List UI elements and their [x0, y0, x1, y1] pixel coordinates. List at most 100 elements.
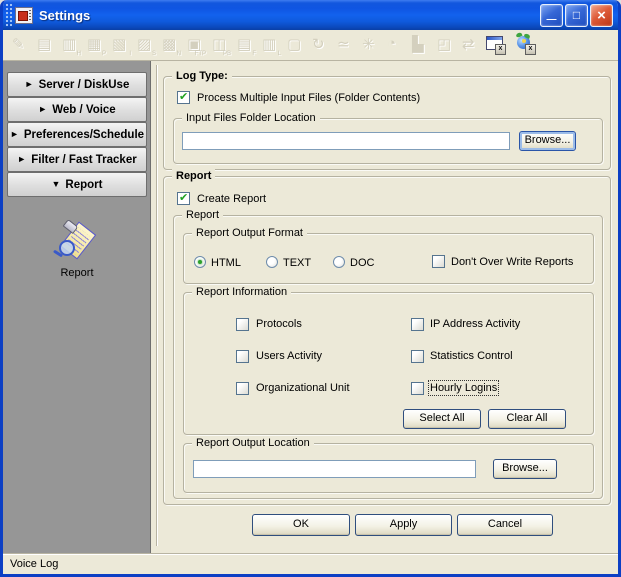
create-report-label[interactable]: Create Report — [197, 193, 266, 205]
glyph: ✎ — [12, 35, 25, 53]
pb-log-icon: ◫PB — [209, 33, 234, 57]
organizational-unit-label[interactable]: Organizational Unit — [256, 382, 350, 394]
panel-divider — [156, 65, 157, 546]
text-radio-label[interactable]: TEXT — [283, 257, 311, 269]
report-information-group: Report Information Select All Clear All … — [183, 292, 594, 435]
glyph: ◔ — [387, 35, 396, 52]
sidebar-item-web-voice[interactable]: ► Web / Voice — [7, 97, 147, 122]
process-multiple-checkbox[interactable] — [177, 91, 190, 104]
refresh-icon: ↻ — [309, 33, 334, 57]
report-inner-group: Report Report Output Format Don't Over W… — [173, 215, 603, 499]
chevron-right-icon: ► — [17, 155, 26, 164]
maximize-icon: □ — [573, 10, 580, 21]
form-icon: ▢ — [284, 33, 309, 57]
dont-overwrite-checkbox[interactable] — [432, 255, 445, 268]
nntp-log-icon: ▩N — [159, 33, 184, 57]
glyph: ◰ — [437, 35, 451, 53]
log-type-group-title: Log Type: — [172, 69, 232, 83]
create-report-checkbox[interactable] — [177, 192, 190, 205]
glyph: ▥ — [62, 35, 76, 53]
chart-icon: ▙ — [409, 33, 434, 57]
statistics-control-checkbox[interactable] — [411, 350, 424, 363]
smtp-log-icon: ▨S — [134, 33, 159, 57]
window-controls: — □ × — [540, 4, 613, 27]
users-activity-checkbox[interactable] — [236, 350, 249, 363]
hourly-logins-label[interactable]: Hourly Logins — [430, 382, 497, 394]
protocols-label[interactable]: Protocols — [256, 318, 302, 330]
glyph: ▥ — [262, 35, 276, 53]
sidebar-item-filter-fast-tracker[interactable]: ►Filter / Fast Tracker — [7, 147, 147, 172]
output-location-group-title: Report Output Location — [192, 436, 314, 450]
input-folder-field[interactable] — [182, 132, 510, 150]
schedule-icon: ◔ — [384, 33, 409, 57]
voice-log-icon: ▥L — [259, 33, 284, 57]
x-badge: x — [495, 44, 506, 55]
iis-log-icon: ▧I — [109, 33, 134, 57]
report-inner-group-title: Report — [182, 208, 223, 222]
input-folder-browse-button[interactable]: Browse... — [519, 131, 576, 151]
firewall-log-icon: ▤F — [234, 33, 259, 57]
chevron-right-icon: ► — [38, 105, 47, 114]
output-location-group: Report Output Location Browse... — [183, 443, 594, 493]
ip-address-activity-checkbox[interactable] — [411, 318, 424, 331]
process-multiple-label[interactable]: Process Multiple Input Files (Folder Con… — [197, 92, 420, 104]
transfer-icon: ⇄ — [459, 33, 484, 57]
settings-window: Settings — □ × ✎▤▥H▦P▧I▨S▩N▣FTP◫PB▤F▥L▢↻… — [0, 0, 621, 577]
close-button[interactable]: × — [590, 4, 613, 27]
doc-radio-label[interactable]: DOC — [350, 257, 374, 269]
glyph: ↻ — [312, 35, 325, 53]
glyph: ▦ — [87, 35, 101, 53]
sidebar-item-label: Preferences/Schedule — [24, 129, 144, 141]
log-type-group: Log Type: Process Multiple Input Files (… — [163, 76, 611, 170]
glyph: ✳ — [362, 35, 375, 53]
hourly-logins-checkbox[interactable] — [411, 382, 424, 395]
ip-address-activity-label[interactable]: IP Address Activity — [430, 318, 520, 330]
output-format-group-title: Report Output Format — [192, 226, 307, 240]
tag-letter: PB — [223, 51, 231, 57]
output-location-field[interactable] — [193, 460, 476, 478]
chevron-down-icon: ▼ — [52, 180, 61, 189]
output-location-browse-button[interactable]: Browse... — [493, 459, 557, 479]
close-all-windows-icon[interactable]: x — [514, 33, 544, 57]
report-shortcut[interactable]: Report — [37, 221, 117, 279]
users-activity-label[interactable]: Users Activity — [256, 350, 322, 362]
organizational-unit-checkbox[interactable] — [236, 382, 249, 395]
select-all-button[interactable]: Select All — [403, 409, 481, 429]
html-radio[interactable] — [194, 256, 206, 268]
toolbar: ✎▤▥H▦P▧I▨S▩N▣FTP◫PB▤F▥L▢↻≃✳◔▙◰⇄xx — [3, 30, 618, 61]
sidebar-item-preferences-schedule[interactable]: ► Preferences/Schedule — [7, 122, 147, 147]
text-radio[interactable] — [266, 256, 278, 268]
ftp-log-icon: ▣FTP — [184, 33, 209, 57]
tag-letter: P — [102, 51, 106, 57]
clear-all-button[interactable]: Clear All — [488, 409, 566, 429]
protocols-checkbox[interactable] — [236, 318, 249, 331]
glyph: ≃ — [337, 35, 350, 53]
dot-glyph — [522, 39, 526, 43]
maximize-button[interactable]: □ — [565, 4, 588, 27]
tag-letter: S — [152, 51, 156, 57]
ok-button[interactable]: OK — [252, 514, 350, 536]
html-radio-label[interactable]: HTML — [211, 257, 241, 269]
sidebar-item-label: Web / Voice — [52, 104, 115, 116]
doc-radio[interactable] — [333, 256, 345, 268]
main-panel: Log Type: Process Multiple Input Files (… — [151, 61, 618, 554]
compare-icon: ≃ — [334, 33, 359, 57]
tag-letter: I — [129, 51, 131, 57]
glyph: ⇄ — [462, 35, 475, 53]
chevron-right-icon: ► — [10, 130, 19, 139]
glyph: ▤ — [237, 35, 251, 53]
input-folder-group: Input Files Folder Location Browse... — [173, 118, 603, 164]
dont-overwrite-label[interactable]: Don't Over Write Reports — [451, 256, 573, 268]
sidebar-item-server-diskuse[interactable]: ►Server / DiskUse — [7, 72, 147, 97]
proxy-log-icon: ▦P — [84, 33, 109, 57]
statistics-control-label[interactable]: Statistics Control — [430, 350, 513, 362]
apply-button[interactable]: Apply — [355, 514, 452, 536]
minimize-button[interactable]: — — [540, 4, 563, 27]
close-window-icon[interactable]: x — [484, 33, 514, 57]
sidebar-item-report[interactable]: ▼Report — [7, 172, 147, 197]
status-bar: Voice Log — [3, 553, 618, 574]
glyph: ▢ — [287, 35, 301, 53]
title-bar[interactable]: Settings — □ × — [3, 0, 618, 30]
cancel-button[interactable]: Cancel — [457, 514, 553, 536]
minimize-icon: — — [547, 14, 557, 25]
